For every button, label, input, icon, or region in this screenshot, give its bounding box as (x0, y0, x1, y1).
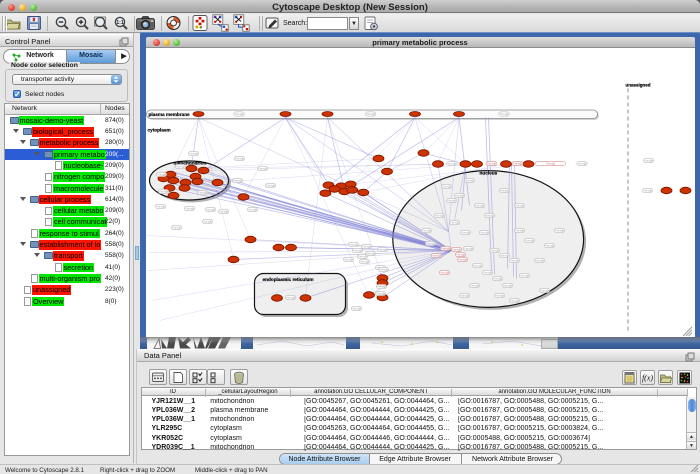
svg-text:Yxx-x@: Yxx-x@ (642, 188, 651, 192)
svg-text:Yxx-x@: Yxx-x@ (351, 306, 360, 310)
svg-text:Yxx-x@: Yxx-x@ (158, 189, 167, 193)
svg-text:Yxx-x@: Yxx-x@ (359, 259, 368, 263)
svg-text:Yxx-x@: Yxx-x@ (343, 257, 352, 261)
svg-text:Yxx-x@: Yxx-x@ (464, 178, 473, 182)
svg-text:Yxx-x@: Yxx-x@ (469, 283, 478, 287)
svg-text:Yxx-x@: Yxx-x@ (472, 263, 481, 267)
svg-text:Yxx-x@: Yxx-x@ (459, 293, 468, 297)
svg-text:Yxx-x@: Yxx-x@ (265, 183, 274, 187)
svg-text:unassigned: unassigned (625, 82, 650, 87)
svg-text:Yxx-x@: Yxx-x@ (357, 254, 366, 258)
svg-text:Yxx-x@: Yxx-x@ (348, 242, 357, 246)
svg-text:Yxx-x@: Yxx-x@ (376, 284, 385, 288)
svg-text:Yxx-x@: Yxx-x@ (171, 225, 180, 229)
svg-text:Yxx-x@: Yxx-x@ (577, 161, 586, 165)
svg-text:Yxx-x@: Yxx-x@ (188, 151, 197, 155)
svg-text:Yxx-x@: Yxx-x@ (519, 273, 528, 277)
svg-text:Yxx-x@: Yxx-x@ (502, 283, 511, 287)
svg-text:Yxx-x@: Yxx-x@ (285, 295, 294, 299)
svg-text:Yxx-x@: Yxx-x@ (479, 230, 488, 234)
svg-text:Yxx-x@: Yxx-x@ (524, 238, 533, 242)
svg-text:Yxx-x@: Yxx-x@ (234, 112, 243, 116)
svg-text:Yxx-x@: Yxx-x@ (447, 161, 456, 165)
svg-text:Yxx-x@: Yxx-x@ (539, 288, 548, 292)
svg-text:plasma membrane: plasma membrane (148, 112, 190, 117)
svg-text:Yxx-x@: Yxx-x@ (460, 230, 469, 234)
svg-text:f(x): f(x) (641, 373, 652, 382)
svg-text:Yxx-x@: Yxx-x@ (197, 190, 206, 194)
svg-text:Yxx-x@: Yxx-x@ (514, 203, 523, 207)
svg-text:Yxx-x@: Yxx-x@ (218, 209, 227, 213)
svg-text:Yxx-x@: Yxx-x@ (155, 204, 164, 208)
svg-text:Yxx-x@: Yxx-x@ (440, 246, 449, 250)
svg-text:Yxx-x@: Yxx-x@ (544, 243, 553, 247)
svg-text:Yxx-x@: Yxx-x@ (494, 293, 503, 297)
svg-text:Yxx-x@: Yxx-x@ (509, 258, 518, 262)
svg-text:Yxx-x@: Yxx-x@ (457, 257, 466, 261)
svg-text:cytoplasm: cytoplasm (147, 127, 170, 132)
svg-text:Yxx-x@: Yxx-x@ (377, 247, 386, 251)
svg-text:Yxx-x@: Yxx-x@ (378, 267, 387, 271)
svg-text:Yxx-x@: Yxx-x@ (492, 276, 501, 280)
svg-text:Yxx-x@: Yxx-x@ (352, 248, 361, 252)
svg-text:1:1: 1:1 (116, 20, 123, 26)
svg-text:Yxx-x@: Yxx-x@ (431, 253, 440, 257)
svg-text:Yxx-x@: Yxx-x@ (474, 203, 483, 207)
svg-text:Yxx-x@: Yxx-x@ (232, 178, 241, 182)
svg-text:Yxx-x@: Yxx-x@ (455, 252, 464, 256)
svg-text:Yxx-x@: Yxx-x@ (499, 112, 508, 116)
svg-text:Yxx-x@: Yxx-x@ (486, 161, 495, 165)
svg-text:Yxx-x@: Yxx-x@ (643, 158, 652, 162)
svg-text:nucleus: nucleus (479, 170, 497, 175)
svg-text:Yxx-x@: Yxx-x@ (156, 172, 165, 176)
svg-text:Yxx-x@: Yxx-x@ (425, 241, 434, 245)
svg-text:Yxx-x@: Yxx-x@ (454, 193, 463, 197)
svg-text:Yxx-x@: Yxx-x@ (375, 291, 384, 295)
svg-text:Yxx-x@: Yxx-x@ (512, 161, 521, 165)
svg-text:Yxx-x@: Yxx-x@ (205, 207, 214, 211)
svg-text:Yxx-x@: Yxx-x@ (421, 228, 430, 232)
svg-text:Yxx-x@: Yxx-x@ (202, 219, 211, 223)
svg-text:Yxx-x@: Yxx-x@ (234, 156, 243, 160)
svg-text:Yxx-x@: Yxx-x@ (554, 228, 563, 232)
svg-text:Yxx-x@: Yxx-x@ (449, 220, 458, 224)
svg-text:Yxx-x@: Yxx-x@ (545, 161, 554, 165)
svg-text:Yxx-x@: Yxx-x@ (534, 258, 543, 262)
svg-text:Yxx-x@: Yxx-x@ (489, 248, 498, 252)
svg-text:Yxx-x@: Yxx-x@ (175, 164, 184, 168)
svg-text:Yxx-x@: Yxx-x@ (257, 166, 266, 170)
svg-text:Yxx-x@: Yxx-x@ (482, 270, 491, 274)
svg-text:Yxx-x@: Yxx-x@ (184, 206, 193, 210)
svg-text:Yxx-x@: Yxx-x@ (365, 112, 374, 116)
svg-text:Yxx-x@: Yxx-x@ (463, 246, 472, 250)
svg-text:Yxx-x@: Yxx-x@ (441, 184, 450, 188)
svg-text:Yxx-x@: Yxx-x@ (446, 198, 455, 202)
svg-text:Yxx-x@: Yxx-x@ (499, 253, 508, 257)
svg-text:Yxx-x@: Yxx-x@ (434, 213, 443, 217)
svg-text:Yxx-x@: Yxx-x@ (361, 244, 370, 248)
svg-text:Yxx-x@: Yxx-x@ (514, 228, 523, 232)
svg-text:Yxx-x@: Yxx-x@ (484, 213, 493, 217)
svg-text:Yxx-x@: Yxx-x@ (451, 247, 460, 251)
svg-text:Yxx-x@: Yxx-x@ (499, 188, 508, 192)
svg-text:Yxx-x@: Yxx-x@ (439, 270, 448, 274)
svg-text:Yxx-x@: Yxx-x@ (247, 207, 256, 211)
svg-text:Yxx-x@: Yxx-x@ (509, 298, 518, 302)
